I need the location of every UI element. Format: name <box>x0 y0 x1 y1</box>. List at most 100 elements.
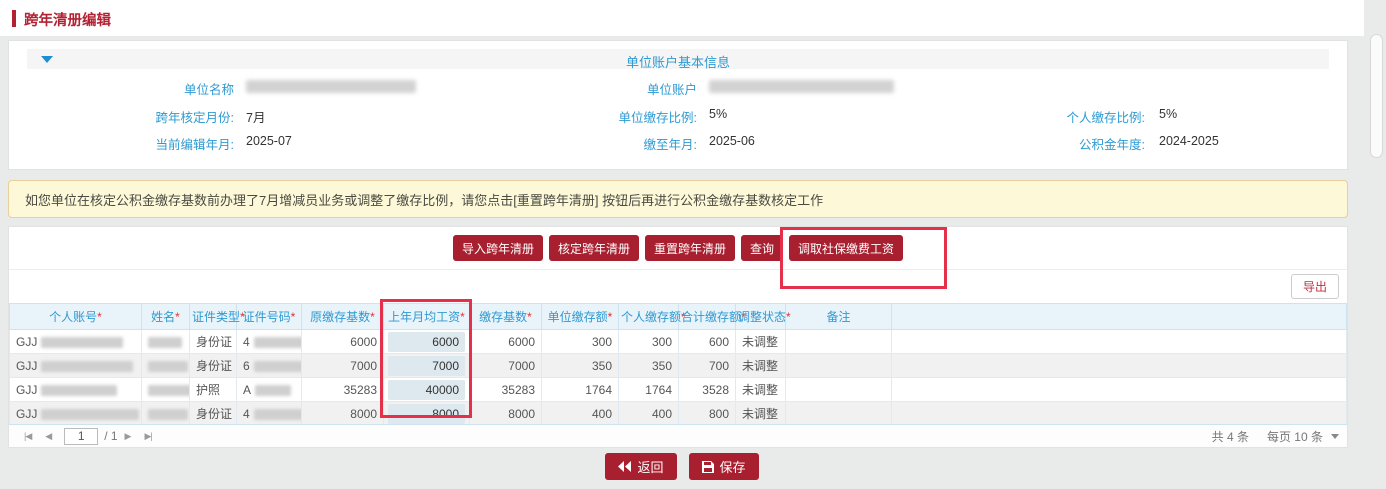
cell-col-10: 600 <box>679 330 736 354</box>
cell-col-9: 1764 <box>619 378 679 402</box>
redacted-text <box>41 337 123 348</box>
cell-col-1: GJJ <box>10 354 142 378</box>
notice-text: 如您单位在核定公积金缴存基数前办理了7月增减员业务或调整了缴存比例，请您点击[重… <box>25 190 823 209</box>
cell-col-11: 未调整 <box>736 354 786 378</box>
cell-col-13 <box>892 402 1347 426</box>
cell-text: A <box>243 383 251 397</box>
prev-page-button[interactable]: ◀ <box>45 431 51 442</box>
cell-col-8: 300 <box>542 330 619 354</box>
page-number-input[interactable] <box>64 428 98 445</box>
table-row: GJJ身份证6700070007000350350700未调整 <box>10 354 1347 378</box>
column-header-5: 原缴存基数* <box>302 304 384 330</box>
column-header-8: 单位缴存额* <box>542 304 619 330</box>
field-value <box>709 79 894 93</box>
cell-text: 1764 <box>585 383 612 397</box>
cell-col-10: 700 <box>679 354 736 378</box>
roster-grid: 个人账号*姓名*证件类型*证件号码*原缴存基数*上年月均工资*缴存基数*单位缴存… <box>9 303 1347 426</box>
wage-input-cell[interactable]: 40000 <box>388 380 465 400</box>
cell-text: 8000 <box>508 407 535 421</box>
wage-input-cell[interactable]: 7000 <box>388 356 465 376</box>
back-button-label: 返回 <box>637 457 663 476</box>
cell-text: 400 <box>592 407 612 421</box>
info-field-row: 当前编辑年月:2025-07缴至年月:2025-06公积金年度:2024-202… <box>9 134 1347 152</box>
back-button[interactable]: 返回 <box>605 453 676 480</box>
cell-col-3: 身份证 <box>190 354 237 378</box>
column-header-12: 备注 <box>786 304 892 330</box>
panel-collapse-bar[interactable]: 单位账户基本信息 <box>27 49 1329 69</box>
redacted-text <box>148 361 188 372</box>
cell-col-6[interactable]: 6000 <box>384 330 470 354</box>
scrollbar-thumb[interactable] <box>1370 34 1383 158</box>
roster-table-card: 导入跨年清册核定跨年清册重置跨年清册查询调取社保缴费工资 导出 个人账号*姓名*… <box>8 226 1348 448</box>
cell-col-13 <box>892 378 1347 402</box>
cell-text: 6000 <box>508 335 535 349</box>
column-header-7: 缴存基数* <box>470 304 542 330</box>
cell-col-6[interactable]: 40000 <box>384 378 470 402</box>
action-button-1[interactable]: 导入跨年清册 <box>453 235 543 261</box>
column-header-10: 合计缴存额* <box>679 304 736 330</box>
redacted-text <box>148 385 190 396</box>
cell-col-1: GJJ <box>10 330 142 354</box>
redacted-value <box>246 80 416 93</box>
last-page-button[interactable]: ▶| <box>144 431 151 442</box>
chevron-down-icon <box>1331 434 1339 439</box>
redacted-text <box>41 409 139 420</box>
cell-col-6[interactable]: 8000 <box>384 402 470 426</box>
page-title: 跨年清册编辑 <box>24 9 111 30</box>
rewind-icon <box>618 461 631 472</box>
export-button[interactable]: 导出 <box>1291 274 1339 299</box>
cell-text: GJJ <box>16 335 37 349</box>
cell-text: 6000 <box>350 335 377 349</box>
per-page-select[interactable]: 每页 10 条 <box>1267 428 1339 445</box>
cell-col-9: 300 <box>619 330 679 354</box>
wage-input-cell[interactable]: 6000 <box>388 332 465 352</box>
field-label: 公积金年度: <box>945 134 1145 153</box>
info-field-row: 单位名称单位账户 <box>9 79 1347 97</box>
cell-text: 8000 <box>350 407 377 421</box>
save-icon <box>702 461 714 473</box>
column-header-3: 证件类型* <box>190 304 237 330</box>
cell-text: 35283 <box>344 383 377 397</box>
cell-col-5: 35283 <box>302 378 384 402</box>
cell-col-11: 未调整 <box>736 402 786 426</box>
field-value: 2025-07 <box>246 134 292 148</box>
field-label: 跨年核定月份: <box>34 107 234 126</box>
total-count-label: 共 4 条 <box>1212 428 1249 445</box>
cell-text: 未调整 <box>742 383 778 397</box>
field-value <box>246 79 416 93</box>
cell-text: 未调整 <box>742 407 778 421</box>
cell-col-3: 身份证 <box>190 330 237 354</box>
cell-col-4: 6 <box>237 354 302 378</box>
cell-text: GJJ <box>16 407 37 421</box>
redacted-text <box>254 409 302 420</box>
first-page-button[interactable]: |◀ <box>24 431 31 442</box>
cell-col-6[interactable]: 7000 <box>384 354 470 378</box>
unit-info-panel: 单位账户基本信息 单位名称单位账户跨年核定月份:7月单位缴存比例:5%个人缴存比… <box>8 40 1348 170</box>
column-header-1: 个人账号* <box>10 304 142 330</box>
cell-col-1: GJJ <box>10 378 142 402</box>
action-button-3[interactable]: 重置跨年清册 <box>645 235 735 261</box>
cell-col-3: 护照 <box>190 378 237 402</box>
field-label: 个人缴存比例: <box>945 107 1145 126</box>
action-button-4[interactable]: 查询 <box>741 235 783 261</box>
wage-input-cell[interactable]: 8000 <box>388 404 465 424</box>
field-value: 2024-2025 <box>1159 134 1219 148</box>
cell-col-10: 800 <box>679 402 736 426</box>
action-button-2[interactable]: 核定跨年清册 <box>549 235 639 261</box>
action-button-5[interactable]: 调取社保缴费工资 <box>789 235 903 261</box>
redacted-text <box>254 337 302 348</box>
cell-col-2 <box>142 378 190 402</box>
save-button[interactable]: 保存 <box>689 453 759 480</box>
page-scrollbar[interactable] <box>1364 0 1386 489</box>
next-page-button[interactable]: ▶ <box>125 431 131 442</box>
cell-text: 400 <box>652 407 672 421</box>
column-header-9: 个人缴存额* <box>619 304 679 330</box>
column-header-11: 调整状态* <box>736 304 786 330</box>
per-page-label: 每页 10 条 <box>1267 428 1323 445</box>
cell-text: 300 <box>592 335 612 349</box>
cell-col-2 <box>142 402 190 426</box>
redacted-text <box>148 337 182 348</box>
field-label: 单位缴存比例: <box>497 107 697 126</box>
cell-col-8: 1764 <box>542 378 619 402</box>
cell-text: 800 <box>709 407 729 421</box>
